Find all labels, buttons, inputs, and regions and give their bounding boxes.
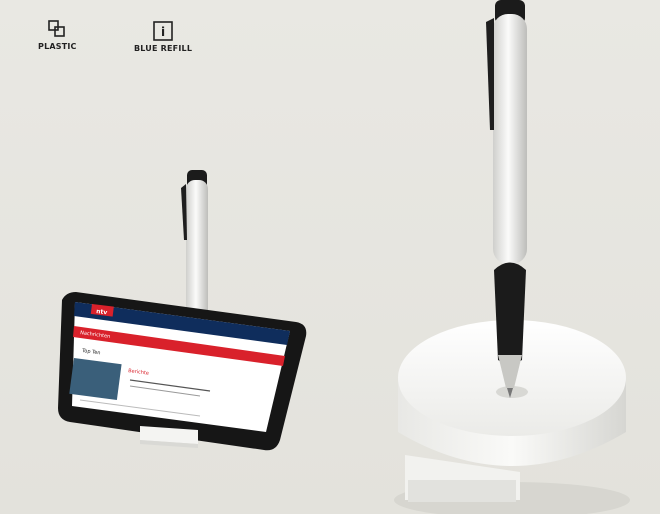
pen-clip (486, 18, 494, 130)
product-photo: PLASTIC i BLUE REFILL ntv Nachrichten To… (0, 0, 660, 514)
product-scene: ntv Nachrichten Top Ten Berichte (58, 0, 630, 514)
smartphone: ntv Nachrichten Top Ten Berichte (58, 292, 307, 451)
phone-thumbnail (69, 358, 122, 400)
pen-grip (494, 262, 526, 364)
svg-text:ntv: ntv (96, 308, 108, 316)
small-pen (181, 170, 208, 330)
